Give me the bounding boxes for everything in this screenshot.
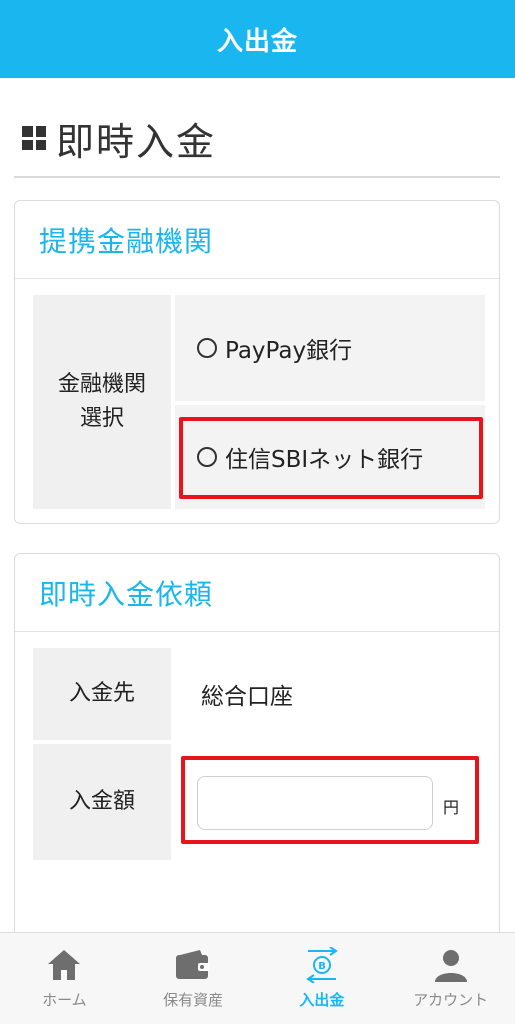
- bank-select-label-line2: 選択: [79, 406, 124, 431]
- bottom-nav: ホーム 保有資産 B 入出金 アカウント: [0, 932, 515, 1024]
- partner-bank-card: 提携金融機関 金融機関 選択 PayPay銀行 住信SBIネット銀行: [14, 200, 500, 524]
- sbi-highlight-box: [179, 417, 483, 499]
- bank-option-paypay[interactable]: PayPay銀行: [175, 295, 485, 401]
- grid-icon: [22, 126, 46, 150]
- account-icon: [433, 947, 469, 983]
- bank-option-paypay-label: PayPay銀行: [225, 338, 353, 364]
- destination-label: 入金先: [33, 648, 171, 740]
- partner-bank-heading: 提携金融機関: [39, 224, 214, 258]
- deposit-request-heading: 即時入金依頼: [39, 577, 214, 611]
- radio-paypay[interactable]: [197, 338, 217, 358]
- home-icon: [46, 947, 82, 983]
- deposit-request-heading-row: 即時入金依頼: [15, 554, 499, 632]
- header-title: 入出金: [216, 26, 298, 57]
- transfer-icon: B: [302, 947, 342, 983]
- page-title-row: 即時入金: [14, 100, 500, 178]
- nav-deposit-label: 入出金: [299, 991, 345, 1009]
- bank-select-label-line1: 金融機関: [57, 371, 146, 397]
- nav-account-label: アカウント: [413, 991, 489, 1009]
- page-title: 即時入金: [56, 119, 217, 164]
- deposit-request-card: 即時入金依頼 入金先 総合口座 入金額 円: [14, 553, 500, 953]
- amount-highlight-box: [181, 756, 479, 844]
- deposit-request-table: 入金先 総合口座 入金額 円: [33, 648, 485, 862]
- app-header: 入出金: [0, 0, 515, 78]
- destination-value: 総合口座: [175, 648, 485, 740]
- nav-home[interactable]: ホーム: [0, 933, 129, 1024]
- svg-text:B: B: [318, 961, 326, 972]
- wallet-icon: [174, 947, 212, 983]
- bank-select-table: 金融機関 選択 PayPay銀行 住信SBIネット銀行: [33, 295, 485, 509]
- bank-select-label: 金融機関 選択: [33, 295, 171, 509]
- nav-assets[interactable]: 保有資産: [129, 933, 258, 1024]
- amount-label: 入金額: [33, 744, 171, 860]
- nav-assets-label: 保有資産: [163, 991, 224, 1009]
- nav-deposit[interactable]: B 入出金: [258, 933, 387, 1024]
- nav-account[interactable]: アカウント: [386, 933, 515, 1024]
- nav-home-label: ホーム: [42, 991, 87, 1009]
- partner-bank-heading-row: 提携金融機関: [15, 201, 499, 279]
